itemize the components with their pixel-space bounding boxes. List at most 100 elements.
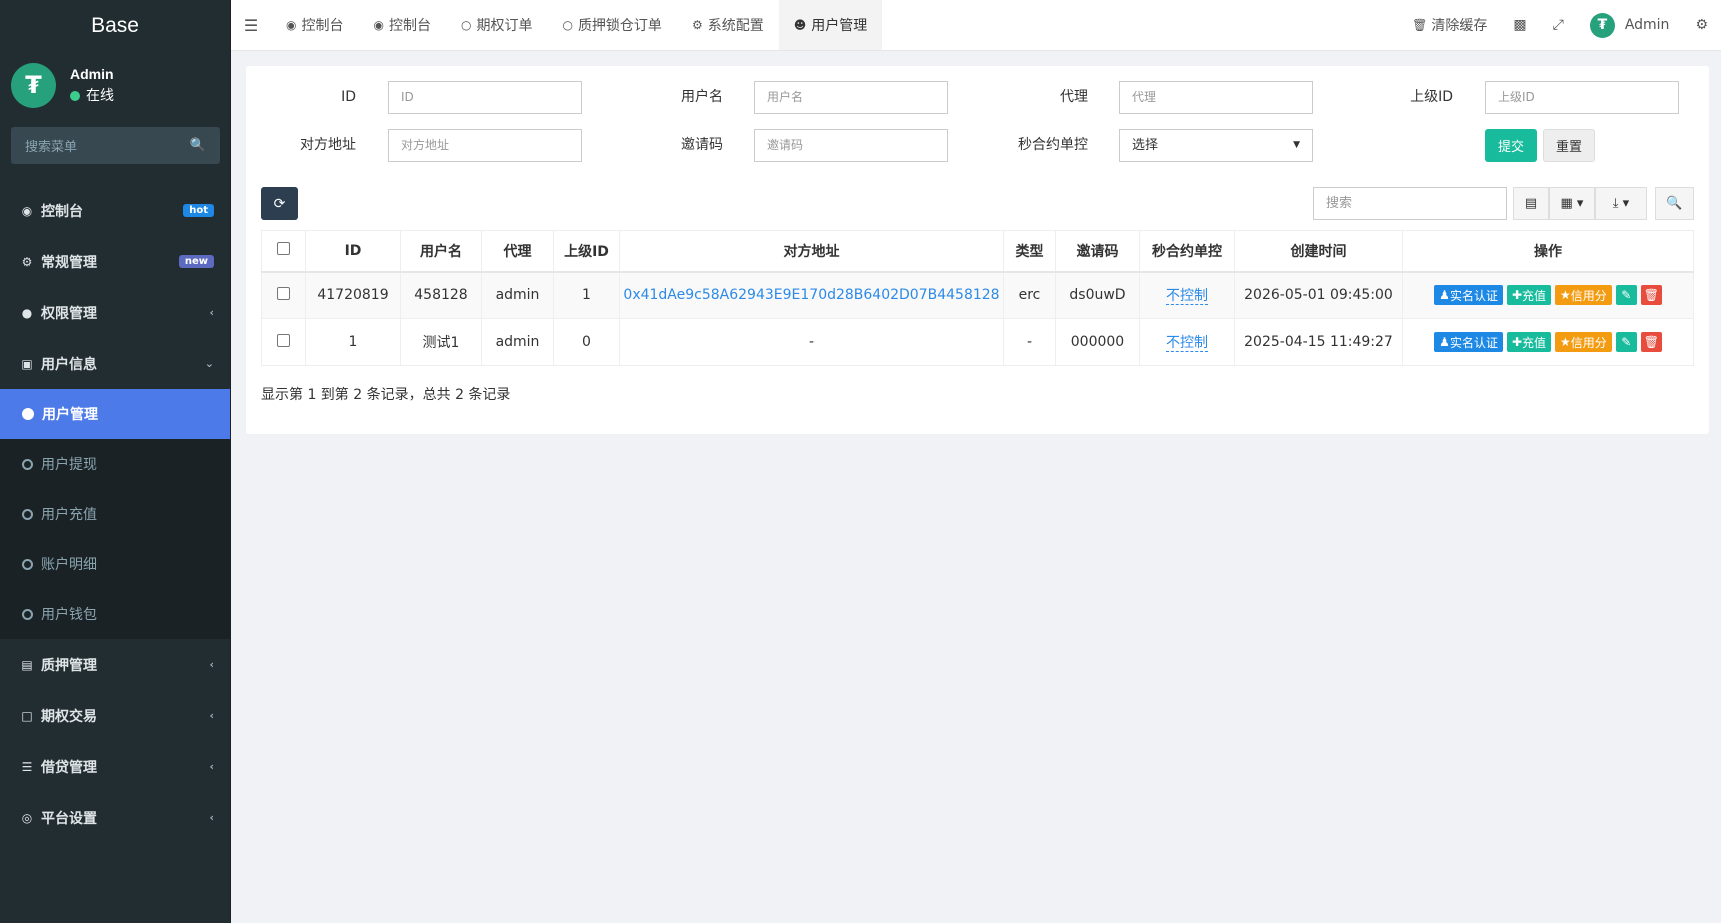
edit-button[interactable]: ✎: [1615, 285, 1637, 306]
fullscreen-icon[interactable]: ⤢: [1540, 17, 1577, 33]
sidebar-item-wallet[interactable]: 用户钱包: [0, 589, 230, 639]
translate-icon[interactable]: ▩: [1500, 17, 1539, 33]
agent-input[interactable]: 代理: [1119, 81, 1313, 114]
sidebar-search-input[interactable]: 搜索菜单 🔍: [11, 127, 220, 164]
col-invite-code[interactable]: 邀请码: [1055, 230, 1140, 273]
cell-username: 测试1: [400, 318, 482, 366]
cell-contract-control[interactable]: 不控制: [1139, 318, 1235, 366]
sidebar-item-general[interactable]: ⚙ 常规管理 new: [0, 236, 230, 287]
toggle-view-button[interactable]: ▤: [1513, 187, 1549, 220]
id-input[interactable]: ID: [388, 81, 582, 114]
settings-gear-icon[interactable]: ⚙: [1682, 17, 1721, 33]
credit-button[interactable]: ★ 信用分: [1555, 285, 1612, 306]
hot-badge: hot: [183, 204, 214, 217]
tab-system-config[interactable]: ⚙ 系统配置: [677, 0, 779, 50]
table-search-input[interactable]: 搜索: [1313, 187, 1507, 220]
parent-id-input[interactable]: 上级ID: [1485, 81, 1679, 114]
submit-button[interactable]: 提交: [1485, 129, 1537, 162]
cell-id: 41720819: [305, 271, 401, 319]
select-all-checkbox[interactable]: [261, 230, 306, 273]
tab-staking-orders[interactable]: ○ 质押锁仓订单: [547, 0, 676, 50]
brand-logo[interactable]: Base: [0, 0, 230, 51]
verify-button[interactable]: ♟ 实名认证: [1434, 332, 1503, 352]
table-row: 41720819 458128 admin 1 0x41dAe9c58A6294…: [261, 271, 1694, 319]
col-address[interactable]: 对方地址: [619, 230, 1004, 273]
pencil-icon: ✎: [1621, 288, 1632, 303]
invite-code-input[interactable]: 邀请码: [754, 129, 948, 162]
row-checkbox[interactable]: [261, 318, 306, 366]
plus-icon: ✚: [1511, 288, 1523, 303]
user-status: 在线: [70, 85, 114, 107]
edit-button[interactable]: ✎: [1615, 332, 1637, 352]
col-actions: 操作: [1402, 230, 1694, 273]
user-circle-icon: [22, 408, 34, 420]
circle-icon: [22, 558, 33, 570]
star-icon: ★: [1560, 288, 1571, 303]
advanced-search-button[interactable]: 🔍: [1655, 187, 1694, 220]
tab-user-management[interactable]: ☻ 用户管理: [778, 0, 883, 50]
contract-control-editable[interactable]: 不控制: [1166, 335, 1208, 352]
col-created-time[interactable]: 创建时间: [1234, 230, 1403, 273]
contract-control-select[interactable]: 选择 ▼: [1119, 129, 1313, 162]
delete-button[interactable]: 🗑: [1640, 332, 1662, 352]
address-label: 对方地址: [300, 137, 356, 153]
user-panel: ₮ Admin 在线: [0, 53, 230, 117]
sidebar-item-dashboard[interactable]: ◉ 控制台 hot: [0, 185, 230, 236]
col-id[interactable]: ID: [305, 230, 401, 273]
chevron-left-icon: ‹: [209, 306, 214, 319]
pencil-icon: ✎: [1621, 335, 1632, 349]
group-icon: ●: [21, 305, 33, 320]
dashboard-icon: ◉: [21, 203, 33, 218]
tab-dashboard-2[interactable]: ◉ 控制台: [358, 0, 445, 50]
refresh-button[interactable]: ⟳: [261, 187, 298, 220]
sidebar-item-recharge[interactable]: 用户充值: [0, 489, 230, 539]
avatar: ₮: [11, 62, 56, 108]
sidebar-item-account-detail[interactable]: 账户明细: [0, 539, 230, 589]
list-icon: ▤: [1524, 196, 1538, 211]
online-dot-icon: [70, 91, 80, 101]
file-icon: □: [21, 708, 33, 723]
search-icon[interactable]: 🔍: [190, 138, 206, 153]
address-input[interactable]: 对方地址: [388, 129, 582, 162]
cell-actions: ♟ 实名认证 ✚ 充值 ★ 信用分 ✎ 🗑: [1402, 318, 1694, 366]
credit-button[interactable]: ★ 信用分: [1555, 332, 1612, 352]
delete-button[interactable]: 🗑: [1640, 285, 1662, 306]
sidebar-item-user-management[interactable]: 用户管理: [0, 389, 230, 439]
user-name: Admin: [70, 66, 114, 82]
sidebar-item-auth[interactable]: ● 权限管理 ‹: [0, 287, 230, 338]
cell-invite-code: ds0uwD: [1055, 271, 1140, 319]
col-type[interactable]: 类型: [1003, 230, 1056, 273]
menu-toggle-icon[interactable]: ☰: [231, 0, 271, 50]
col-parent-id[interactable]: 上级ID: [553, 230, 620, 273]
sidebar-item-user-info[interactable]: ▣ 用户信息 ⌄: [0, 338, 230, 389]
user-icon: ♟: [1439, 335, 1450, 349]
tab-options-orders[interactable]: ○ 期权订单: [446, 0, 547, 50]
cogs-icon: ⚙: [21, 254, 33, 269]
cell-address[interactable]: 0x41dAe9c58A62943E9E170d28B6402D07B44581…: [619, 271, 1004, 319]
col-username[interactable]: 用户名: [400, 230, 482, 273]
sidebar-item-withdraw[interactable]: 用户提现: [0, 439, 230, 489]
columns-button[interactable]: ▦ ▾: [1549, 187, 1595, 220]
row-checkbox[interactable]: [261, 271, 306, 319]
export-button[interactable]: ⤓ ▾: [1595, 187, 1647, 220]
clear-cache-button[interactable]: 🗑 清除缓存: [1399, 15, 1500, 35]
username-input[interactable]: 用户名: [754, 81, 948, 114]
recharge-button[interactable]: ✚ 充值: [1506, 285, 1552, 306]
recharge-button[interactable]: ✚ 充值: [1506, 332, 1552, 352]
contract-control-editable[interactable]: 不控制: [1166, 288, 1208, 306]
sidebar-item-lending[interactable]: ☰ 借贷管理 ‹: [0, 741, 230, 792]
circle-icon: [22, 458, 33, 470]
sidebar-item-staking[interactable]: ▤ 质押管理 ‹: [0, 639, 230, 690]
admin-menu[interactable]: ₮ Admin: [1577, 12, 1683, 38]
sidebar-item-options[interactable]: □ 期权交易 ‹: [0, 690, 230, 741]
col-agent[interactable]: 代理: [481, 230, 554, 273]
cell-contract-control[interactable]: 不控制: [1139, 271, 1235, 319]
reset-button[interactable]: 重置: [1543, 129, 1595, 162]
circle-icon: [22, 608, 33, 620]
username-label: 用户名: [681, 89, 723, 105]
tab-dashboard[interactable]: ◉ 控制台: [271, 0, 358, 50]
verify-button[interactable]: ♟ 实名认证: [1434, 285, 1503, 306]
col-contract-control[interactable]: 秒合约单控: [1139, 230, 1235, 273]
sidebar-item-platform-settings[interactable]: ◎ 平台设置 ‹: [0, 792, 230, 843]
address-link[interactable]: 0x41dAe9c58A62943E9E170d28B6402D07B44581…: [623, 287, 999, 303]
